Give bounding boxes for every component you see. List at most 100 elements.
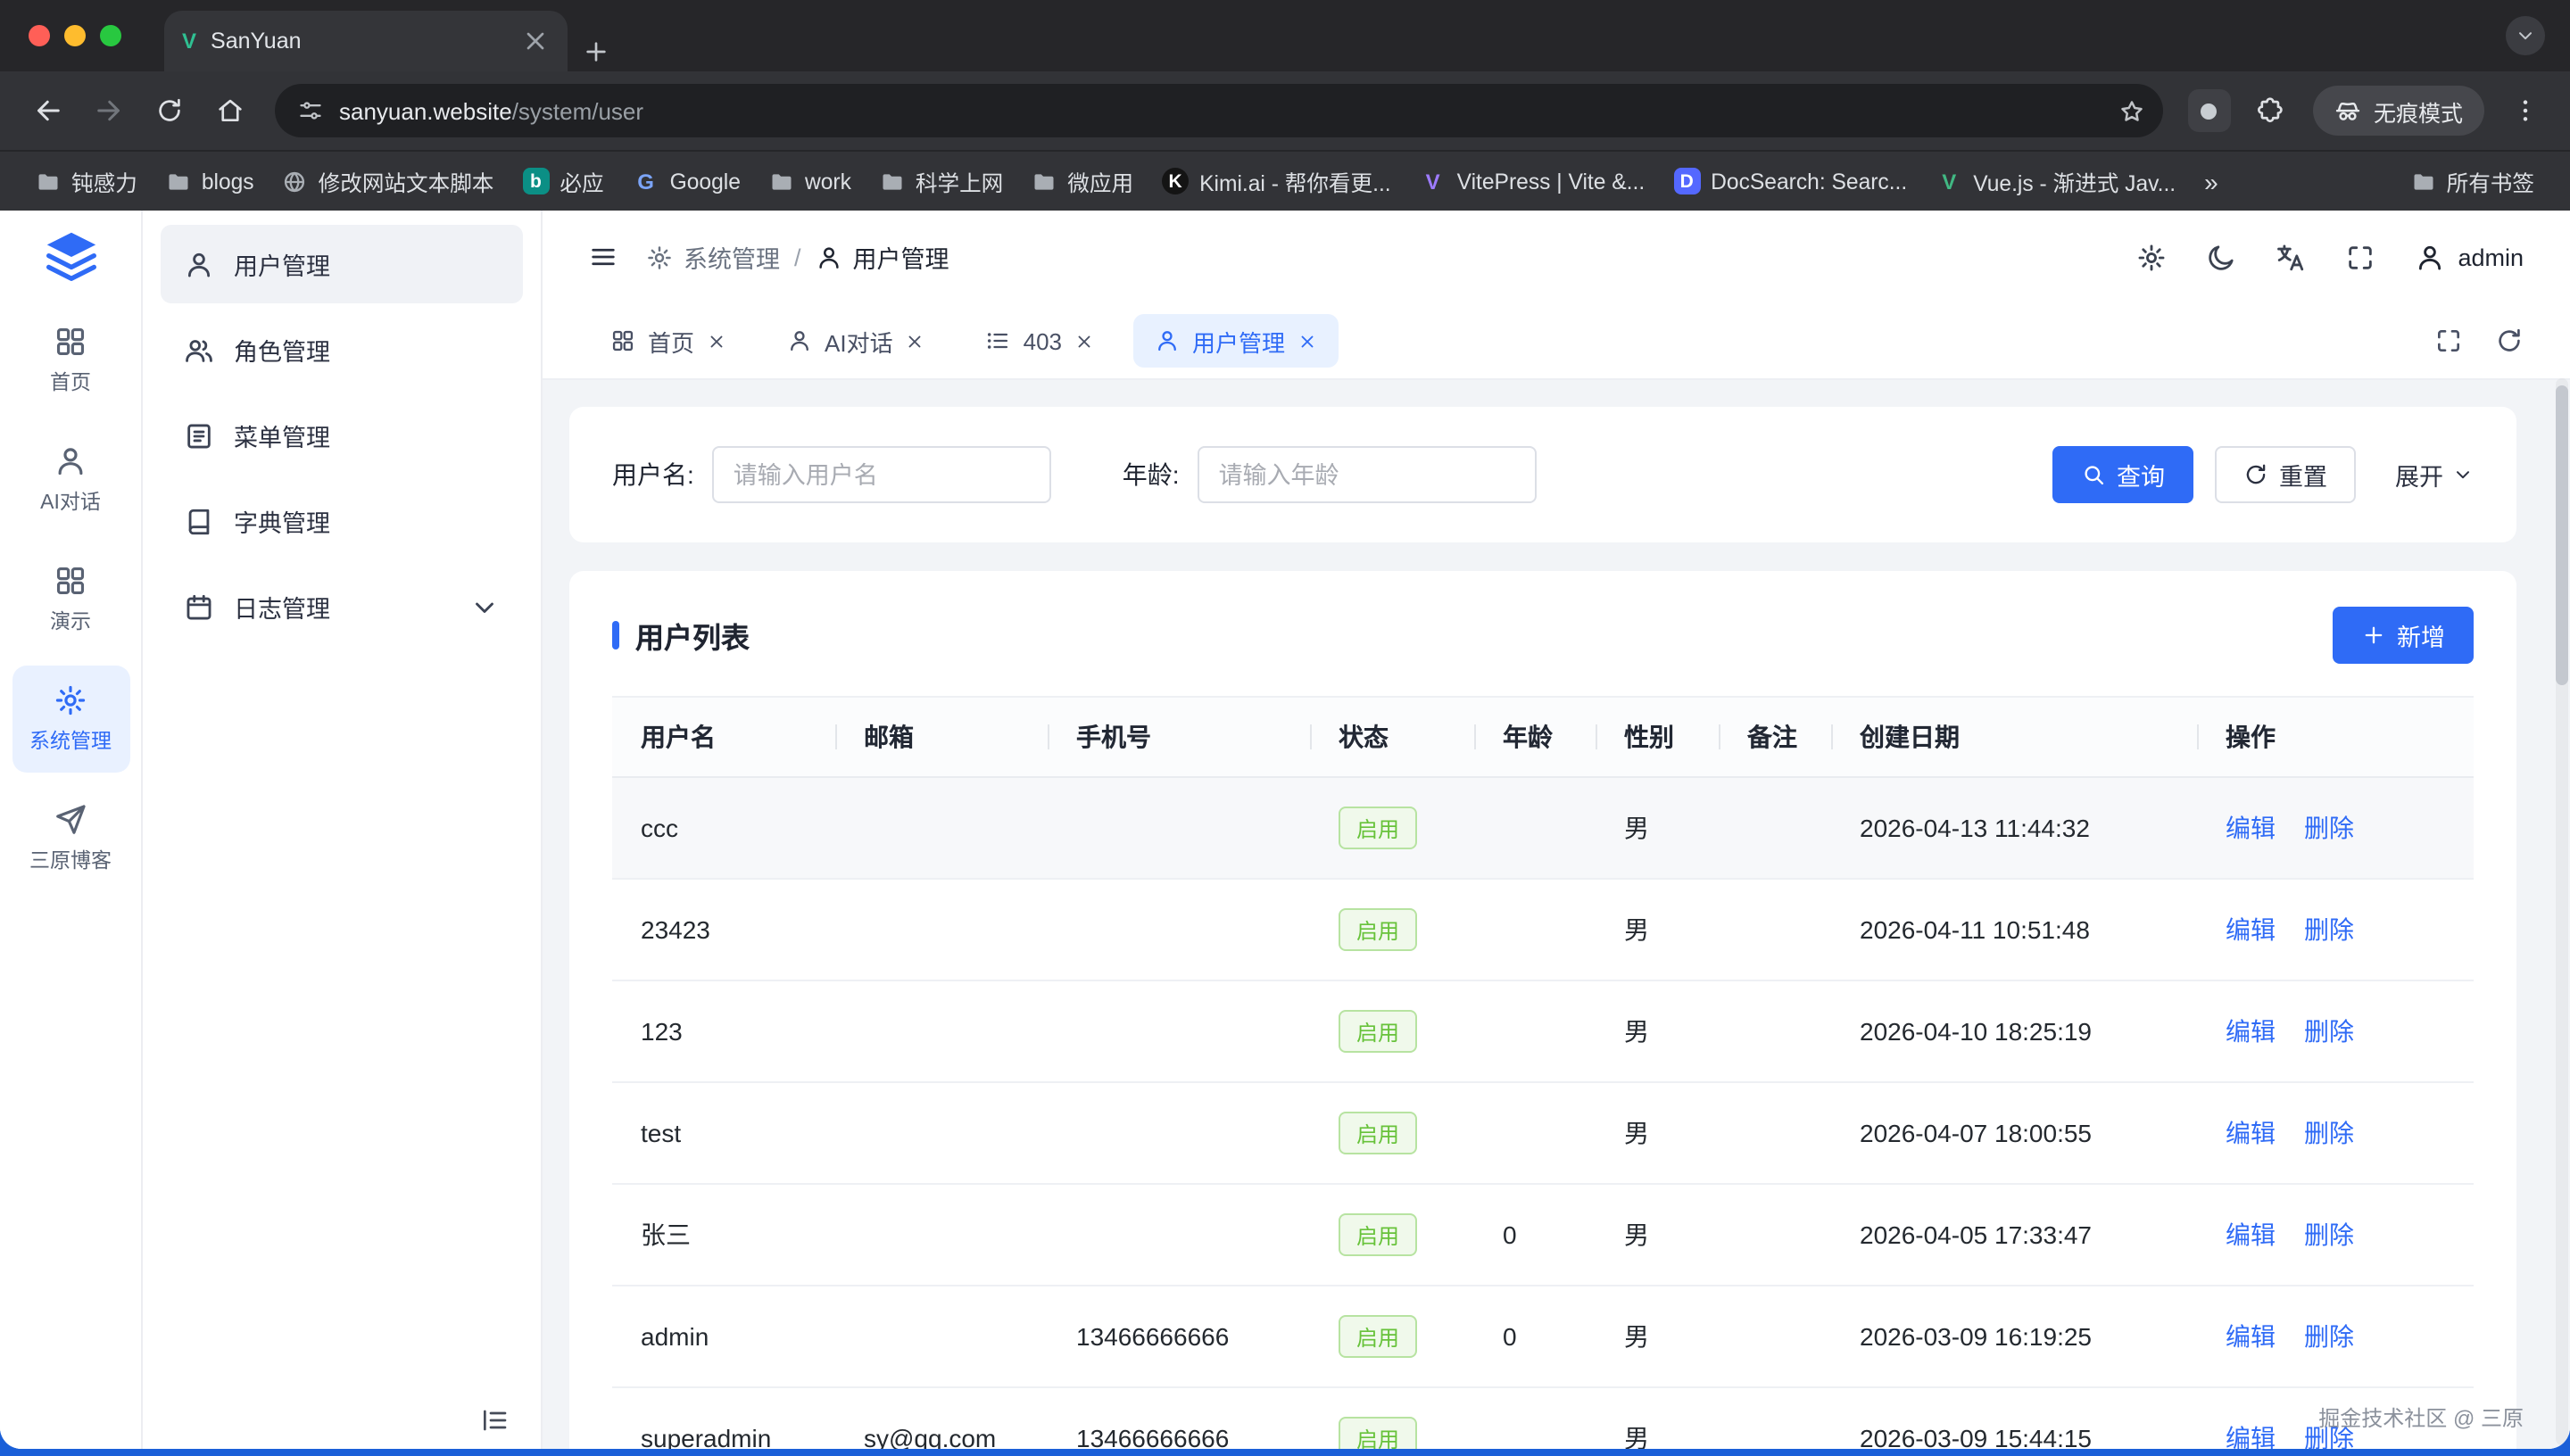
sidebar-item-logs[interactable]: 日志管理 bbox=[161, 567, 523, 646]
home-button[interactable] bbox=[203, 84, 257, 137]
url-path: /system/user bbox=[512, 97, 643, 124]
extension-button[interactable] bbox=[2188, 89, 2231, 132]
cell-username: 123 bbox=[612, 1017, 835, 1046]
bookmark-item[interactable]: KKimi.ai - 帮你看更... bbox=[1148, 160, 1405, 203]
breadcrumb-separator: / bbox=[794, 244, 801, 270]
rail-item-demo[interactable]: 演示 bbox=[12, 546, 129, 653]
bing-favicon: b bbox=[522, 168, 549, 194]
bookmark-item[interactable]: 钝感力 bbox=[21, 160, 152, 203]
rail-item-ai-chat[interactable]: AI对话 bbox=[12, 426, 129, 534]
tab-users[interactable]: 用户管理 bbox=[1133, 314, 1339, 368]
all-bookmarks-button[interactable]: 所有书签 bbox=[2397, 160, 2549, 203]
sidebar-item-roles[interactable]: 角色管理 bbox=[161, 310, 523, 389]
grid-icon bbox=[54, 325, 87, 359]
browser-titlebar: V SanYuan bbox=[0, 0, 2570, 71]
bookmark-star-icon[interactable] bbox=[2118, 97, 2145, 124]
new-tab-button[interactable] bbox=[582, 37, 610, 66]
header-actions: admin bbox=[2136, 242, 2524, 272]
extensions-puzzle-icon[interactable] bbox=[2245, 86, 2295, 136]
bookmark-item[interactable]: GGoogle bbox=[618, 162, 755, 200]
vitepress-favicon: V bbox=[1420, 168, 1447, 194]
fullscreen-icon[interactable] bbox=[2345, 242, 2375, 272]
delete-link[interactable]: 删除 bbox=[2304, 810, 2354, 846]
rail-item-label: 三原博客 bbox=[29, 846, 112, 874]
close-tab-icon[interactable] bbox=[1074, 331, 1094, 351]
cell-created: 2026-04-07 18:00:55 bbox=[1831, 1119, 2197, 1147]
delete-link[interactable]: 删除 bbox=[2304, 1319, 2354, 1354]
breadcrumb-label: 系统管理 bbox=[684, 239, 780, 275]
user-menu[interactable]: admin bbox=[2415, 242, 2524, 272]
bookmarks-overflow-button[interactable]: » bbox=[2190, 167, 2233, 195]
username-input[interactable] bbox=[712, 446, 1051, 503]
delete-link[interactable]: 删除 bbox=[2304, 1217, 2354, 1253]
tab-home[interactable]: 首页 bbox=[589, 314, 748, 368]
add-user-button[interactable]: 新增 bbox=[2333, 607, 2474, 664]
delete-link[interactable]: 删除 bbox=[2304, 912, 2354, 947]
sidebar-toggle-icon[interactable] bbox=[589, 243, 618, 271]
edit-link[interactable]: 编辑 bbox=[2226, 912, 2276, 947]
tab-ai-chat[interactable]: AI对话 bbox=[766, 314, 947, 368]
tab-strip-chevron[interactable] bbox=[2506, 16, 2545, 55]
delete-link[interactable]: 删除 bbox=[2304, 1013, 2354, 1049]
reload-button[interactable] bbox=[143, 84, 196, 137]
minimize-window-button[interactable] bbox=[64, 25, 86, 46]
edit-link[interactable]: 编辑 bbox=[2226, 810, 2276, 846]
back-button[interactable] bbox=[21, 84, 75, 137]
edit-link[interactable]: 编辑 bbox=[2226, 1013, 2276, 1049]
query-button[interactable]: 查询 bbox=[2052, 446, 2193, 503]
bookmark-item[interactable]: 微应用 bbox=[1017, 160, 1148, 203]
cell-status: 启用 bbox=[1310, 1417, 1474, 1449]
dark-mode-icon[interactable] bbox=[2206, 242, 2236, 272]
delete-link[interactable]: 删除 bbox=[2304, 1115, 2354, 1151]
breadcrumb-item-system[interactable]: 系统管理 bbox=[646, 239, 780, 275]
sidebar-item-dicts[interactable]: 字典管理 bbox=[161, 482, 523, 560]
settings-icon[interactable] bbox=[2136, 242, 2167, 272]
google-favicon: G bbox=[633, 168, 659, 194]
watermark: 掘金技术社区 @ 三原 bbox=[2318, 1402, 2524, 1433]
sidebar-item-menus[interactable]: 菜单管理 bbox=[161, 396, 523, 475]
all-bookmarks-label: 所有书签 bbox=[2447, 165, 2534, 197]
forward-button[interactable] bbox=[82, 84, 136, 137]
close-tab-icon[interactable] bbox=[1297, 331, 1317, 351]
age-input[interactable] bbox=[1198, 446, 1537, 503]
close-tab-icon[interactable] bbox=[707, 331, 726, 351]
address-bar[interactable]: sanyuan.website/system/user bbox=[275, 84, 2163, 137]
edit-link[interactable]: 编辑 bbox=[2226, 1115, 2276, 1151]
rail-item-system[interactable]: 系统管理 bbox=[12, 666, 129, 773]
breadcrumb-item-users[interactable]: 用户管理 bbox=[816, 239, 949, 275]
edit-link[interactable]: 编辑 bbox=[2226, 1217, 2276, 1253]
browser-tab[interactable]: V SanYuan bbox=[164, 11, 568, 71]
table-row: 123启用男2026-04-10 18:25:19编辑删除 bbox=[612, 981, 2474, 1083]
sidebar-collapse-button[interactable] bbox=[480, 1406, 509, 1435]
scrollbar-thumb[interactable] bbox=[2556, 385, 2568, 685]
sidebar-item-users[interactable]: 用户管理 bbox=[161, 225, 523, 303]
bookmark-item[interactable]: VVue.js - 渐进式 Jav... bbox=[1921, 160, 2190, 203]
bookmark-item[interactable]: blogs bbox=[152, 163, 269, 199]
rail-item-blog[interactable]: 三原博客 bbox=[12, 785, 129, 892]
close-window-button[interactable] bbox=[29, 25, 50, 46]
bookmark-item[interactable]: work bbox=[755, 163, 866, 199]
reset-button[interactable]: 重置 bbox=[2215, 446, 2356, 503]
close-tab-icon[interactable] bbox=[521, 27, 550, 55]
rail-items: 首页 AI对话演示系统管理三原博客 bbox=[12, 307, 129, 905]
bookmark-item[interactable]: VVitePress | Vite &... bbox=[1405, 162, 1660, 200]
content-fullscreen-icon[interactable] bbox=[2434, 327, 2463, 355]
sidebar-item-label: 菜单管理 bbox=[234, 418, 330, 453]
rail-item-home[interactable]: 首页 bbox=[12, 307, 129, 414]
bookmark-item[interactable]: DDocSearch: Searc... bbox=[1659, 162, 1921, 200]
browser-menu-button[interactable] bbox=[2502, 87, 2549, 134]
expand-toggle[interactable]: 展开 bbox=[2395, 457, 2474, 492]
tab-403[interactable]: 403 bbox=[965, 314, 1115, 368]
person-icon bbox=[816, 244, 842, 270]
bookmark-item[interactable]: 修改网站文本脚本 bbox=[269, 160, 509, 203]
refresh-page-icon[interactable] bbox=[2495, 327, 2524, 355]
edit-link[interactable]: 编辑 bbox=[2226, 1319, 2276, 1354]
cell-username: 23423 bbox=[612, 915, 835, 944]
language-icon[interactable] bbox=[2276, 242, 2306, 272]
user-table: 用户名邮箱手机号状态年龄性别备注创建日期操作 ccc启用男2026-04-13 … bbox=[612, 696, 2474, 1449]
bookmark-item[interactable]: b必应 bbox=[508, 160, 618, 203]
close-tab-icon[interactable] bbox=[906, 331, 925, 351]
zoom-window-button[interactable] bbox=[100, 25, 121, 46]
edit-link[interactable]: 编辑 bbox=[2226, 1420, 2276, 1449]
bookmark-item[interactable]: 科学上网 bbox=[866, 160, 1017, 203]
